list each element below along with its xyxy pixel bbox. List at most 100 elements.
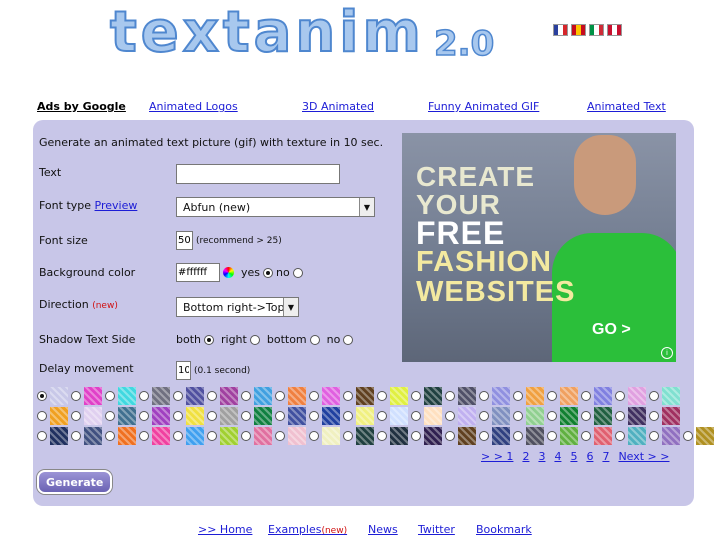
texture-radio[interactable] xyxy=(139,431,149,441)
texture-option[interactable] xyxy=(139,387,170,405)
texture-option[interactable] xyxy=(139,407,170,425)
bg-yes-radio[interactable] xyxy=(263,267,274,278)
texture-swatch[interactable] xyxy=(628,407,646,425)
texture-swatch[interactable] xyxy=(560,427,578,445)
shadow-no-radio[interactable] xyxy=(343,334,354,345)
texture-swatch[interactable] xyxy=(152,427,170,445)
texture-swatch[interactable] xyxy=(356,387,374,405)
texture-option[interactable] xyxy=(71,427,102,445)
texture-radio[interactable] xyxy=(37,391,47,401)
texture-option[interactable] xyxy=(445,427,476,445)
texture-radio[interactable] xyxy=(71,431,81,441)
texture-option[interactable] xyxy=(241,387,272,405)
pagination-page-link[interactable]: > > 1 xyxy=(481,450,513,463)
texture-swatch[interactable] xyxy=(288,387,306,405)
footer-examples-link[interactable]: Examples(new) xyxy=(268,523,347,536)
texture-radio[interactable] xyxy=(275,431,285,441)
texture-option[interactable] xyxy=(173,427,204,445)
texture-swatch[interactable] xyxy=(322,387,340,405)
texture-radio[interactable] xyxy=(309,391,319,401)
ad-link-animated-logos[interactable]: Animated Logos xyxy=(149,100,238,113)
texture-option[interactable] xyxy=(139,427,170,445)
textanim-logo[interactable]: textanim 2.0 xyxy=(109,1,495,65)
texture-swatch[interactable] xyxy=(356,407,374,425)
texture-option[interactable] xyxy=(275,387,306,405)
texture-radio[interactable] xyxy=(71,391,81,401)
pagination-page-link[interactable]: 4 xyxy=(554,450,561,463)
texture-radio[interactable] xyxy=(37,431,47,441)
texture-option[interactable] xyxy=(547,427,578,445)
texture-option[interactable] xyxy=(479,407,510,425)
texture-radio[interactable] xyxy=(513,411,523,421)
texture-swatch[interactable] xyxy=(152,407,170,425)
texture-option[interactable] xyxy=(37,407,68,425)
font-preview-link[interactable]: Preview xyxy=(95,199,138,212)
texture-option[interactable] xyxy=(275,407,306,425)
texture-swatch[interactable] xyxy=(424,407,442,425)
texture-swatch[interactable] xyxy=(696,427,714,445)
texture-swatch[interactable] xyxy=(662,387,680,405)
texture-swatch[interactable] xyxy=(220,387,238,405)
texture-radio[interactable] xyxy=(547,431,557,441)
texture-swatch[interactable] xyxy=(84,427,102,445)
texture-option[interactable] xyxy=(411,407,442,425)
texture-radio[interactable] xyxy=(479,391,489,401)
texture-radio[interactable] xyxy=(377,391,387,401)
texture-option[interactable] xyxy=(377,427,408,445)
texture-option[interactable] xyxy=(309,387,340,405)
texture-radio[interactable] xyxy=(343,411,353,421)
texture-option[interactable] xyxy=(411,427,442,445)
texture-option[interactable] xyxy=(377,387,408,405)
texture-swatch[interactable] xyxy=(322,427,340,445)
texture-swatch[interactable] xyxy=(390,407,408,425)
texture-option[interactable] xyxy=(241,407,272,425)
texture-swatch[interactable] xyxy=(594,427,612,445)
texture-swatch[interactable] xyxy=(526,427,544,445)
shadow-bottom-radio[interactable] xyxy=(309,334,320,345)
texture-option[interactable] xyxy=(37,427,68,445)
font-size-input[interactable] xyxy=(176,231,193,250)
pagination-page-link[interactable]: 5 xyxy=(570,450,577,463)
texture-radio[interactable] xyxy=(445,391,455,401)
color-picker-icon[interactable] xyxy=(223,267,234,278)
texture-swatch[interactable] xyxy=(458,387,476,405)
pagination-page-link[interactable]: 2 xyxy=(522,450,529,463)
info-icon[interactable]: i xyxy=(661,347,673,359)
texture-option[interactable] xyxy=(71,387,102,405)
texture-swatch[interactable] xyxy=(322,407,340,425)
texture-option[interactable] xyxy=(649,387,680,405)
texture-option[interactable] xyxy=(343,387,374,405)
texture-option[interactable] xyxy=(445,387,476,405)
texture-radio[interactable] xyxy=(241,391,251,401)
texture-swatch[interactable] xyxy=(390,387,408,405)
texture-swatch[interactable] xyxy=(254,427,272,445)
texture-option[interactable] xyxy=(173,407,204,425)
texture-swatch[interactable] xyxy=(84,407,102,425)
texture-radio[interactable] xyxy=(411,431,421,441)
texture-swatch[interactable] xyxy=(628,427,646,445)
bg-no-radio[interactable] xyxy=(292,267,303,278)
texture-radio[interactable] xyxy=(649,391,659,401)
font-type-select[interactable]: Abfun (new) ▼ xyxy=(176,197,375,217)
texture-option[interactable] xyxy=(309,407,340,425)
texture-swatch[interactable] xyxy=(526,407,544,425)
texture-option[interactable] xyxy=(207,407,238,425)
texture-radio[interactable] xyxy=(343,391,353,401)
texture-option[interactable] xyxy=(683,427,714,445)
texture-swatch[interactable] xyxy=(220,427,238,445)
texture-radio[interactable] xyxy=(207,411,217,421)
texture-swatch[interactable] xyxy=(458,427,476,445)
texture-radio[interactable] xyxy=(71,411,81,421)
texture-option[interactable] xyxy=(479,387,510,405)
texture-radio[interactable] xyxy=(649,431,659,441)
texture-radio[interactable] xyxy=(479,411,489,421)
texture-option[interactable] xyxy=(479,427,510,445)
footer-home-link[interactable]: >> Home xyxy=(198,523,252,536)
fashion-website-ad[interactable]: CREATE YOUR FREE FASHION WEBSITES GO > i xyxy=(402,133,676,362)
texture-swatch[interactable] xyxy=(492,407,510,425)
generate-button[interactable]: Generate xyxy=(37,470,113,494)
texture-swatch[interactable] xyxy=(186,387,204,405)
texture-swatch[interactable] xyxy=(594,387,612,405)
texture-swatch[interactable] xyxy=(492,387,510,405)
footer-news-link[interactable]: News xyxy=(368,523,398,536)
